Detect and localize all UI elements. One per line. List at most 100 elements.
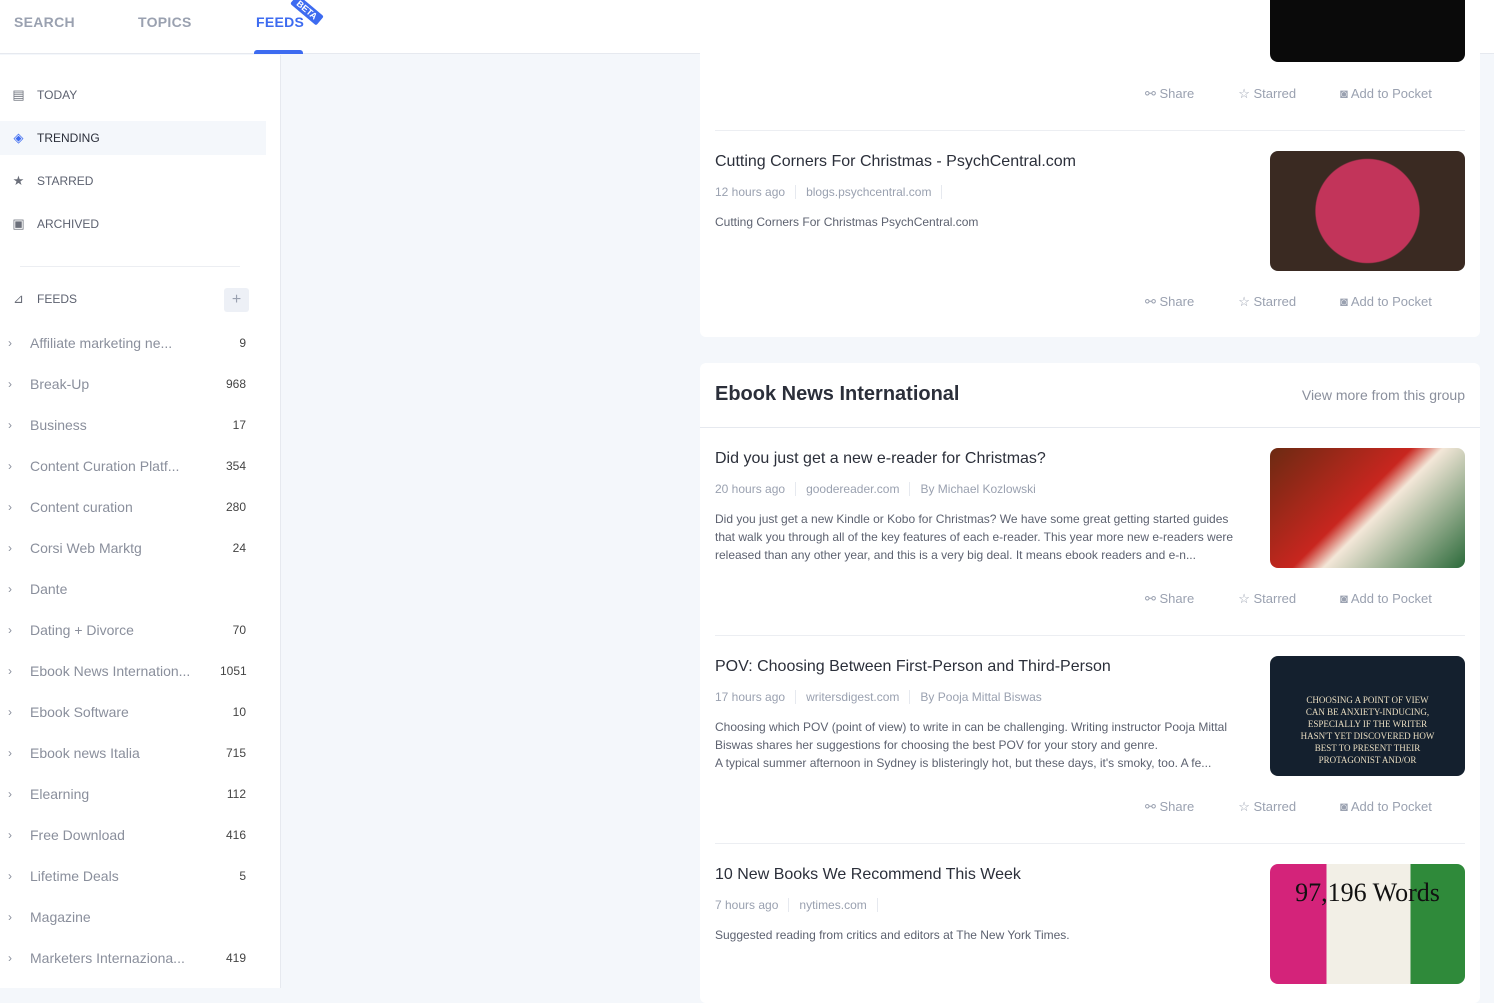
share-icon: ⚯	[1145, 799, 1160, 814]
article-thumbnail[interactable]: 97,196 Words	[1270, 864, 1465, 984]
share-button[interactable]: ⚯ Share	[1145, 799, 1194, 815]
feed-item[interactable]: › Ebook Software 10	[0, 697, 260, 727]
tab-feeds[interactable]: FEEDS	[256, 14, 304, 30]
pocket-button[interactable]: ◙ Add to Pocket	[1340, 591, 1432, 607]
feed-count: 24	[232, 541, 246, 555]
article-description: Suggested reading from critics and edito…	[715, 928, 1070, 942]
article-source[interactable]: writersdigest.com	[796, 690, 911, 704]
feed-item[interactable]: › Free Download 416	[0, 820, 260, 850]
feed-count: 112	[226, 787, 246, 801]
chevron-right-icon[interactable]: ›	[0, 500, 30, 514]
feed-item[interactable]: › Lifetime Deals 5	[0, 861, 260, 891]
feed-item[interactable]: › Business 17	[0, 410, 260, 440]
chevron-right-icon[interactable]: ›	[0, 377, 30, 391]
feed-count: 354	[225, 459, 246, 473]
feed-item[interactable]: › Break-Up 968	[0, 369, 260, 399]
feed-item[interactable]: › Corsi Web Marktg 24	[0, 533, 260, 563]
feed-name: Ebook News Internation...	[30, 663, 191, 679]
star-outline-icon: ☆	[1238, 294, 1254, 309]
feed-name: Elearning	[30, 786, 90, 802]
pocket-icon: ◙	[1340, 591, 1351, 606]
feed-name: Ebook news Italia	[30, 745, 140, 761]
chevron-right-icon[interactable]: ›	[0, 787, 30, 801]
sidebar: ▤ TODAY ◈ TRENDING ★ STARRED ▣ ARCHIVED ⊿ FEE…	[0, 55, 281, 988]
feed-count: 416	[225, 828, 246, 842]
chevron-right-icon[interactable]: ›	[0, 951, 30, 965]
starred-button[interactable]: ☆ Starred	[1238, 591, 1296, 607]
article-source[interactable]: blogs.psychcentral.com	[796, 185, 943, 199]
sidebar-item-archived[interactable]: ▣ ARCHIVED	[0, 207, 266, 241]
divider	[700, 427, 1480, 428]
article-description: Choosing which POV (point of view) to wr…	[715, 720, 1228, 770]
pocket-button[interactable]: ◙ Add to Pocket	[1340, 294, 1432, 310]
article-thumbnail[interactable]	[1270, 448, 1465, 568]
article-author: By Michael Kozlowski	[920, 482, 1036, 496]
add-feed-button[interactable]: +	[224, 288, 249, 312]
feed-name: Break-Up	[30, 376, 90, 392]
feed-name: Free Download	[30, 827, 125, 843]
share-icon: ⚯	[1145, 591, 1160, 606]
feed-name: Lifetime Deals	[30, 868, 119, 884]
feed-name: Dante	[30, 581, 68, 597]
divider	[715, 130, 1465, 131]
feed-item[interactable]: › Dante	[0, 574, 260, 604]
chevron-right-icon[interactable]: ›	[0, 459, 30, 473]
article-author: By Pooja Mittal Biswas	[920, 690, 1042, 704]
feed-item[interactable]: › Elearning 112	[0, 779, 260, 809]
nav-label: TODAY	[37, 88, 78, 102]
feed-item[interactable]: › Ebook News Internation... 1051	[0, 656, 260, 686]
chevron-right-icon[interactable]: ›	[0, 828, 30, 842]
pocket-button[interactable]: ◙ Add to Pocket	[1340, 86, 1432, 102]
share-button[interactable]: ⚯ Share	[1145, 294, 1194, 310]
feed-name: Business	[30, 417, 87, 433]
feed-name: Magazine	[30, 909, 91, 925]
chevron-right-icon[interactable]: ›	[0, 418, 30, 432]
feed-item[interactable]: › Content curation 280	[0, 492, 260, 522]
chevron-right-icon[interactable]: ›	[0, 910, 30, 924]
chevron-right-icon[interactable]: ›	[0, 664, 30, 678]
feed-item[interactable]: › Dating + Divorce 70	[0, 615, 260, 645]
chevron-right-icon[interactable]: ›	[0, 869, 30, 883]
article-thumbnail[interactable]	[1270, 151, 1465, 271]
article-actions: ⚯ Share ☆ Starred ◙ Add to Pocket	[1145, 799, 1476, 815]
pocket-icon: ◙	[1340, 86, 1351, 101]
starred-button[interactable]: ☆ Starred	[1238, 799, 1296, 815]
article-time: 12 hours ago	[715, 185, 797, 199]
star-icon: ★	[12, 173, 25, 188]
tab-search[interactable]: SEARCH	[14, 14, 75, 30]
share-button[interactable]: ⚯ Share	[1145, 591, 1194, 607]
share-button[interactable]: ⚯ Share	[1145, 86, 1194, 102]
view-more-link[interactable]: View more from this group	[1302, 387, 1465, 403]
feed-count: 715	[225, 746, 246, 760]
feed-item[interactable]: › Marketers Internaziona... 419	[0, 943, 260, 973]
pocket-icon: ◙	[1340, 294, 1351, 309]
feed-item[interactable]: › Magazine	[0, 902, 260, 932]
pocket-button[interactable]: ◙ Add to Pocket	[1340, 799, 1432, 815]
chevron-right-icon[interactable]: ›	[0, 705, 30, 719]
starred-button[interactable]: ☆ Starred	[1238, 86, 1296, 102]
feed-count: 70	[232, 623, 246, 637]
chevron-right-icon[interactable]: ›	[0, 623, 30, 637]
sidebar-item-today[interactable]: ▤ TODAY	[0, 78, 266, 112]
article-source[interactable]: nytimes.com	[789, 898, 878, 912]
article-actions: ⚯ Share ☆ Starred ◙ Add to Pocket	[1145, 294, 1476, 310]
feed-item[interactable]: › Affiliate marketing ne... 9	[0, 328, 260, 358]
starred-button[interactable]: ☆ Starred	[1238, 294, 1296, 310]
divider	[20, 266, 240, 267]
divider	[715, 635, 1465, 636]
feed-count: 5	[239, 869, 246, 883]
article-thumbnail[interactable]: CHOOSING A POINT OF VIEW CAN BE ANXIETY-…	[1270, 656, 1465, 776]
feed-item[interactable]: › Content Curation Platf... 354	[0, 451, 260, 481]
chevron-right-icon[interactable]: ›	[0, 746, 30, 760]
star-outline-icon: ☆	[1238, 591, 1254, 606]
chevron-right-icon[interactable]: ›	[0, 336, 30, 350]
tab-topics[interactable]: TOPICS	[138, 14, 192, 30]
article-source[interactable]: goodereader.com	[796, 482, 911, 496]
article-description: Did you just get a new Kindle or Kobo fo…	[715, 512, 1234, 562]
chevron-right-icon[interactable]: ›	[0, 541, 30, 555]
sidebar-item-starred[interactable]: ★ STARRED	[0, 164, 266, 198]
sidebar-item-trending[interactable]: ◈ TRENDING	[0, 121, 266, 155]
nav-label: TRENDING	[37, 131, 100, 145]
feed-item[interactable]: › Ebook news Italia 715	[0, 738, 260, 768]
chevron-right-icon[interactable]: ›	[0, 582, 30, 596]
